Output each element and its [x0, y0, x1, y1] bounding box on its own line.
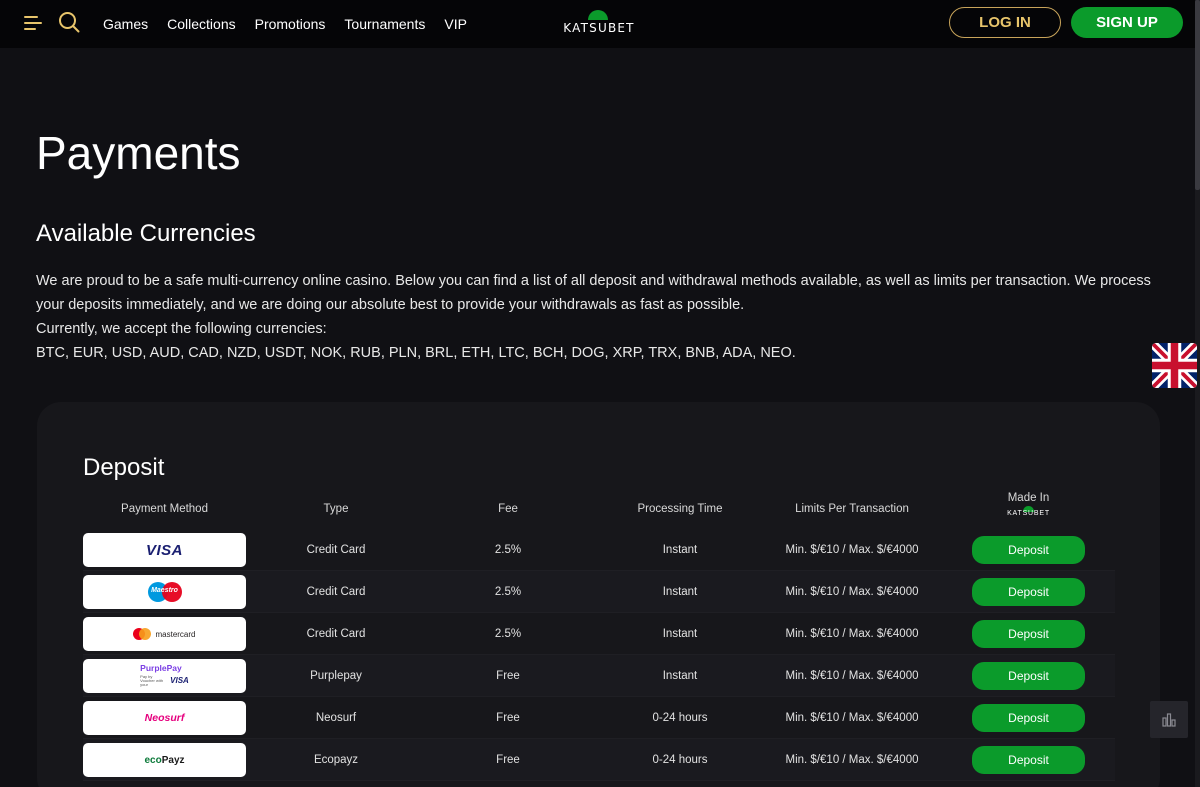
deposit-table-body: VISA Credit Card 2.5% Instant Min. $/€10… — [83, 529, 1115, 781]
made-in-logo: KATSUBET — [1004, 506, 1054, 518]
cell-fee: 2.5% — [494, 586, 522, 598]
deposit-table-header: Payment Method Type Fee Processing Time … — [83, 492, 1115, 526]
mastercard-wordmark: mastercard — [155, 629, 196, 639]
deposit-button[interactable]: Deposit — [972, 746, 1085, 774]
cell-fee: Free — [496, 670, 520, 682]
deposit-button[interactable]: Deposit — [972, 620, 1085, 648]
search-icon[interactable] — [58, 11, 80, 33]
purplepay-visa: VISA — [170, 676, 189, 686]
ecopayz-wordmark: ecoPayz — [144, 755, 184, 766]
deposit-title: Deposit — [83, 454, 165, 481]
nav-promotions[interactable]: Promotions — [255, 16, 326, 32]
maestro-wordmark: Maestro — [151, 587, 178, 594]
cell-time: Instant — [662, 544, 698, 556]
deposit-button[interactable]: Deposit — [972, 704, 1085, 732]
uk-flag-icon[interactable] — [1152, 343, 1197, 388]
nav-collections[interactable]: Collections — [167, 16, 235, 32]
cell-type: Ecopayz — [313, 754, 359, 766]
currencies-list: BTC, EUR, USD, AUD, CAD, NZD, USDT, NOK,… — [36, 345, 796, 361]
neosurf-wordmark: Neosurf — [144, 712, 185, 724]
cell-time: Instant — [662, 670, 698, 682]
cell-limits: Min. $/€10 / Max. $/€4000 — [785, 544, 919, 556]
scrollbar-thumb[interactable] — [1195, 0, 1200, 190]
header-method: Payment Method — [121, 503, 208, 515]
mastercard-logo[interactable]: mastercard — [83, 617, 246, 651]
menu-icon[interactable] — [24, 14, 42, 32]
ecopayz-eco: eco — [144, 754, 162, 766]
purplepay-wordmark: PurplePay — [140, 663, 182, 674]
cell-type: Purplepay — [310, 670, 362, 682]
cell-fee: Free — [496, 754, 520, 766]
cell-limits: Min. $/€10 / Max. $/€4000 — [785, 628, 919, 640]
stats-button[interactable] — [1150, 701, 1188, 738]
page-scrollbar[interactable] — [1195, 0, 1200, 787]
cell-time: 0-24 hours — [652, 754, 708, 766]
main-nav: Games Collections Promotions Tournaments… — [103, 0, 467, 48]
table-row: PurplePay Pay by Voucher with your VISA … — [83, 655, 1115, 697]
purplepay-tagline: Pay by Voucher with your — [140, 673, 164, 688]
table-row: Maestro Credit Card 2.5% Instant Min. $/… — [83, 571, 1115, 613]
signup-button[interactable]: SIGN UP — [1071, 7, 1183, 38]
cell-type: Neosurf — [315, 712, 357, 724]
cell-fee: Free — [496, 712, 520, 724]
cell-type: Credit Card — [306, 586, 366, 598]
stats-icon — [1162, 712, 1176, 727]
ecopayz-logo[interactable]: ecoPayz — [83, 743, 246, 777]
header-time: Processing Time — [637, 503, 723, 515]
mastercard-icon: mastercard — [133, 628, 196, 640]
cell-time: Instant — [662, 586, 698, 598]
maestro-logo[interactable]: Maestro — [83, 575, 246, 609]
header-fee: Fee — [498, 503, 518, 515]
logo-text: KATSUBET — [563, 21, 635, 35]
cell-type: Credit Card — [306, 544, 366, 556]
nav-tournaments[interactable]: Tournaments — [344, 16, 425, 32]
site-logo[interactable]: KATSUBET — [558, 10, 640, 38]
deposit-button[interactable]: Deposit — [972, 662, 1085, 690]
visa-logo[interactable]: VISA — [83, 533, 246, 567]
table-row: mastercard Credit Card 2.5% Instant Min.… — [83, 613, 1115, 655]
purplepay-logo[interactable]: PurplePay Pay by Voucher with your VISA — [83, 659, 246, 693]
table-row: ecoPayz Ecopayz Free 0-24 hours Min. $/€… — [83, 739, 1115, 781]
intro-paragraph: We are proud to be a safe multi-currency… — [36, 273, 1151, 313]
section-title: Available Currencies — [36, 220, 256, 247]
top-header: Games Collections Promotions Tournaments… — [0, 0, 1200, 48]
cell-time: Instant — [662, 628, 698, 640]
deposit-button[interactable]: Deposit — [972, 578, 1085, 606]
cell-limits: Min. $/€10 / Max. $/€4000 — [785, 670, 919, 682]
currencies-intro: Currently, we accept the following curre… — [36, 321, 327, 337]
login-button[interactable]: LOG IN — [949, 7, 1061, 38]
cell-time: 0-24 hours — [652, 712, 708, 724]
cell-fee: 2.5% — [494, 544, 522, 556]
nav-vip[interactable]: VIP — [444, 16, 467, 32]
visa-wordmark: VISA — [145, 541, 183, 559]
logo-dot — [588, 10, 608, 20]
cell-limits: Min. $/€10 / Max. $/€4000 — [785, 712, 919, 724]
deposit-button[interactable]: Deposit — [972, 536, 1085, 564]
cell-limits: Min. $/€10 / Max. $/€4000 — [785, 754, 919, 766]
cell-fee: 2.5% — [494, 628, 522, 640]
header-limits: Limits Per Transaction — [795, 503, 909, 515]
purplepay-icon: PurplePay Pay by Voucher with your VISA — [140, 664, 189, 688]
header-made-in: Made In KATSUBET — [972, 488, 1085, 522]
maestro-icon: Maestro — [147, 582, 182, 602]
table-row: VISA Credit Card 2.5% Instant Min. $/€10… — [83, 529, 1115, 571]
table-row: Neosurf Neosurf Free 0-24 hours Min. $/€… — [83, 697, 1115, 739]
cell-type: Credit Card — [306, 628, 366, 640]
neosurf-logo[interactable]: Neosurf — [83, 701, 246, 735]
cell-limits: Min. $/€10 / Max. $/€4000 — [785, 586, 919, 598]
intro-text: We are proud to be a safe multi-currency… — [36, 269, 1166, 365]
made-in-label: Made In — [1007, 492, 1050, 504]
header-type: Type — [323, 503, 349, 515]
ecopayz-payz: Payz — [161, 754, 185, 766]
page-title: Payments — [36, 127, 241, 179]
made-in-logo-text: KATSUBET — [1007, 510, 1050, 517]
nav-games[interactable]: Games — [103, 16, 148, 32]
